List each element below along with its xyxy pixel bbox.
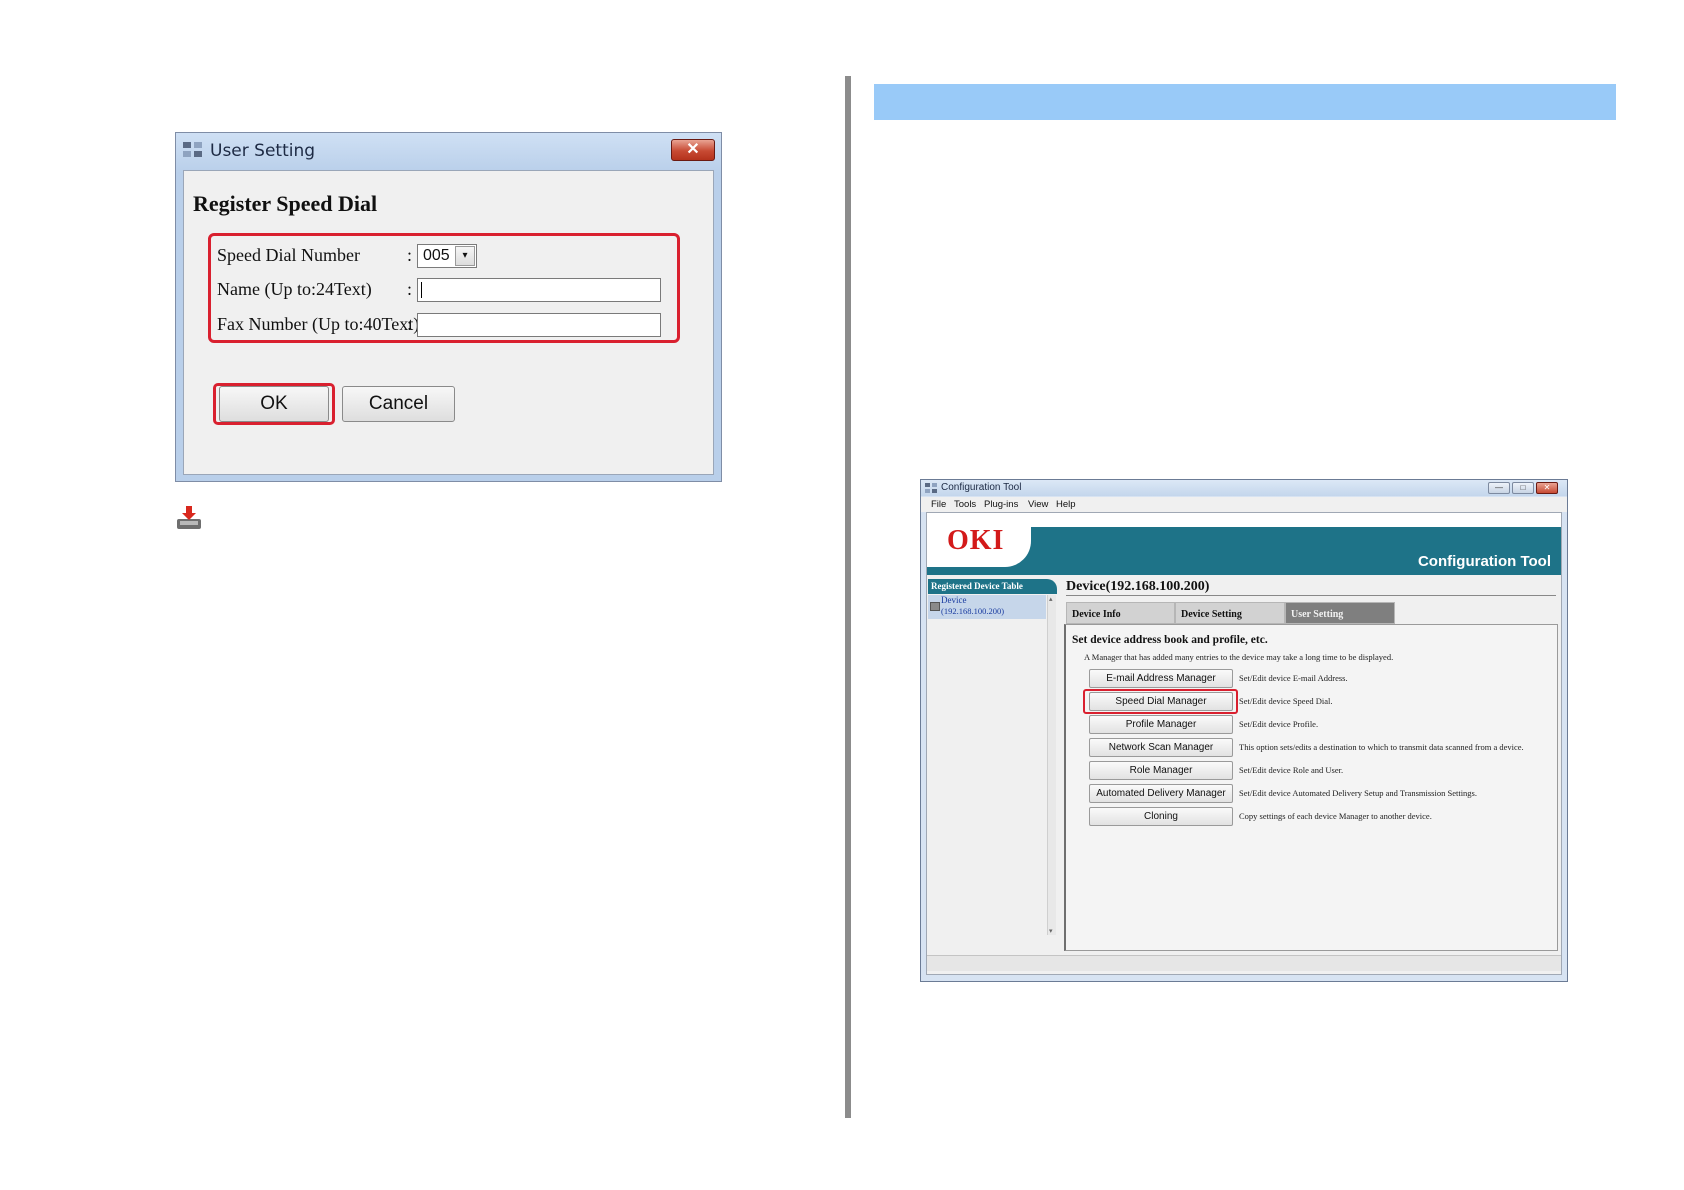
field-colon: : — [407, 245, 413, 265]
device-title: Device(192.168.100.200) — [1066, 579, 1210, 594]
page-divider — [845, 76, 851, 1118]
dialog-title-bar: User Setting ✕ — [176, 133, 721, 167]
cancel-button[interactable]: Cancel — [342, 386, 455, 422]
dialog-title: User Setting — [210, 141, 316, 161]
maximize-button[interactable]: □ — [1512, 482, 1534, 494]
device-name: Device — [941, 595, 967, 605]
scroll-down-icon[interactable]: ▾ — [1049, 927, 1053, 935]
field-colon: : — [407, 279, 413, 299]
window-controls: — □ ✕ — [1488, 482, 1562, 494]
menu-file[interactable]: File — [931, 499, 946, 510]
user-setting-panel: Set device address book and profile, etc… — [1064, 624, 1558, 951]
profile-manager-button[interactable]: Profile Manager — [1089, 715, 1233, 734]
device-table-scrollbar[interactable]: ▴ ▾ — [1047, 595, 1056, 935]
menu-view[interactable]: View — [1028, 499, 1048, 510]
form-highlight-box: Speed Dial Number : 005 ▾ Name (Up to:24… — [208, 233, 680, 343]
speed-dial-number-row: Speed Dial Number : 005 ▾ — [217, 242, 677, 268]
device-table-pane: Registered Device Table Device (192.168.… — [927, 579, 1057, 951]
device-ip: (192.168.100.200) — [941, 606, 1005, 616]
device-table-header: Registered Device Table — [928, 579, 1057, 594]
automated-delivery-manager-button[interactable]: Automated Delivery Manager — [1089, 784, 1233, 803]
name-input[interactable] — [417, 278, 661, 302]
window-title: Configuration Tool — [941, 482, 1022, 493]
panel-note: A Manager that has added many entries to… — [1084, 652, 1394, 662]
tab-user-setting[interactable]: User Setting — [1285, 602, 1395, 624]
close-button[interactable]: ✕ — [1536, 482, 1558, 494]
role-manager-button[interactable]: Role Manager — [1089, 761, 1233, 780]
cloning-button[interactable]: Cloning — [1089, 807, 1233, 826]
device-title-rule — [1066, 595, 1556, 596]
settings-tool-icon — [925, 483, 937, 493]
window-client-area: OKI Configuration Tool Registered Device… — [926, 512, 1562, 975]
minimize-button[interactable]: — — [1488, 482, 1510, 494]
menu-plugins[interactable]: Plug-ins — [984, 499, 1018, 510]
fax-number-label: Fax Number (Up to:40Text) — [217, 314, 420, 334]
ok-button[interactable]: OK — [219, 386, 329, 422]
name-row: Name (Up to:24Text) : — [217, 276, 677, 302]
tab-device-setting[interactable]: Device Setting — [1175, 602, 1285, 624]
fax-number-row: Fax Number (Up to:40Text) : — [217, 311, 677, 337]
status-bar — [927, 955, 1561, 971]
menu-tools[interactable]: Tools — [954, 499, 976, 510]
download-tray-icon — [177, 506, 201, 529]
oki-logo: OKI — [947, 525, 1005, 556]
panel-heading: Set device address book and profile, etc… — [1072, 634, 1268, 646]
section-header-bar — [874, 84, 1616, 120]
speed-dial-manager-desc: Set/Edit device Speed Dial. — [1239, 696, 1333, 706]
field-colon: : — [407, 314, 413, 334]
cloning-desc: Copy settings of each device Manager to … — [1239, 811, 1432, 821]
email-address-manager-button[interactable]: E-mail Address Manager — [1089, 669, 1233, 688]
configuration-tool-window: Configuration Tool — □ ✕ File Tools Plug… — [920, 479, 1568, 982]
speed-dial-number-select[interactable]: 005 ▾ — [417, 244, 477, 268]
settings-tool-icon — [183, 142, 202, 157]
scroll-up-icon[interactable]: ▴ — [1049, 595, 1053, 603]
device-list-item[interactable]: Device (192.168.100.200) — [928, 595, 1046, 619]
email-address-manager-desc: Set/Edit device E-mail Address. — [1239, 673, 1348, 683]
speed-dial-number-value: 005 — [423, 247, 450, 264]
tab-device-info[interactable]: Device Info — [1066, 602, 1175, 624]
name-label: Name (Up to:24Text) — [217, 279, 372, 299]
network-scan-manager-button[interactable]: Network Scan Manager — [1089, 738, 1233, 757]
user-setting-dialog: User Setting ✕ Register Speed Dial Speed… — [175, 132, 722, 482]
product-name: Configuration Tool — [1417, 553, 1551, 570]
automated-delivery-manager-desc: Set/Edit device Automated Delivery Setup… — [1239, 788, 1477, 798]
dialog-body: Register Speed Dial Speed Dial Number : … — [183, 170, 714, 475]
network-scan-manager-desc: This option sets/edits a destination to … — [1239, 742, 1524, 752]
menu-help[interactable]: Help — [1056, 499, 1076, 510]
profile-manager-desc: Set/Edit device Profile. — [1239, 719, 1319, 729]
dialog-heading: Register Speed Dial — [193, 191, 378, 216]
close-button[interactable]: ✕ — [671, 139, 715, 161]
brand-banner: OKI Configuration Tool — [927, 513, 1561, 575]
window-title-bar: Configuration Tool — □ ✕ — [921, 480, 1567, 496]
menu-bar: File Tools Plug-ins View Help — [921, 497, 1567, 512]
chevron-down-icon[interactable]: ▾ — [455, 246, 475, 266]
speed-dial-manager-button[interactable]: Speed Dial Manager — [1089, 692, 1233, 711]
text-caret — [421, 282, 422, 298]
printer-icon — [930, 602, 940, 611]
fax-number-input[interactable] — [417, 313, 661, 337]
speed-dial-number-label: Speed Dial Number — [217, 245, 360, 265]
role-manager-desc: Set/Edit device Role and User. — [1239, 765, 1344, 775]
